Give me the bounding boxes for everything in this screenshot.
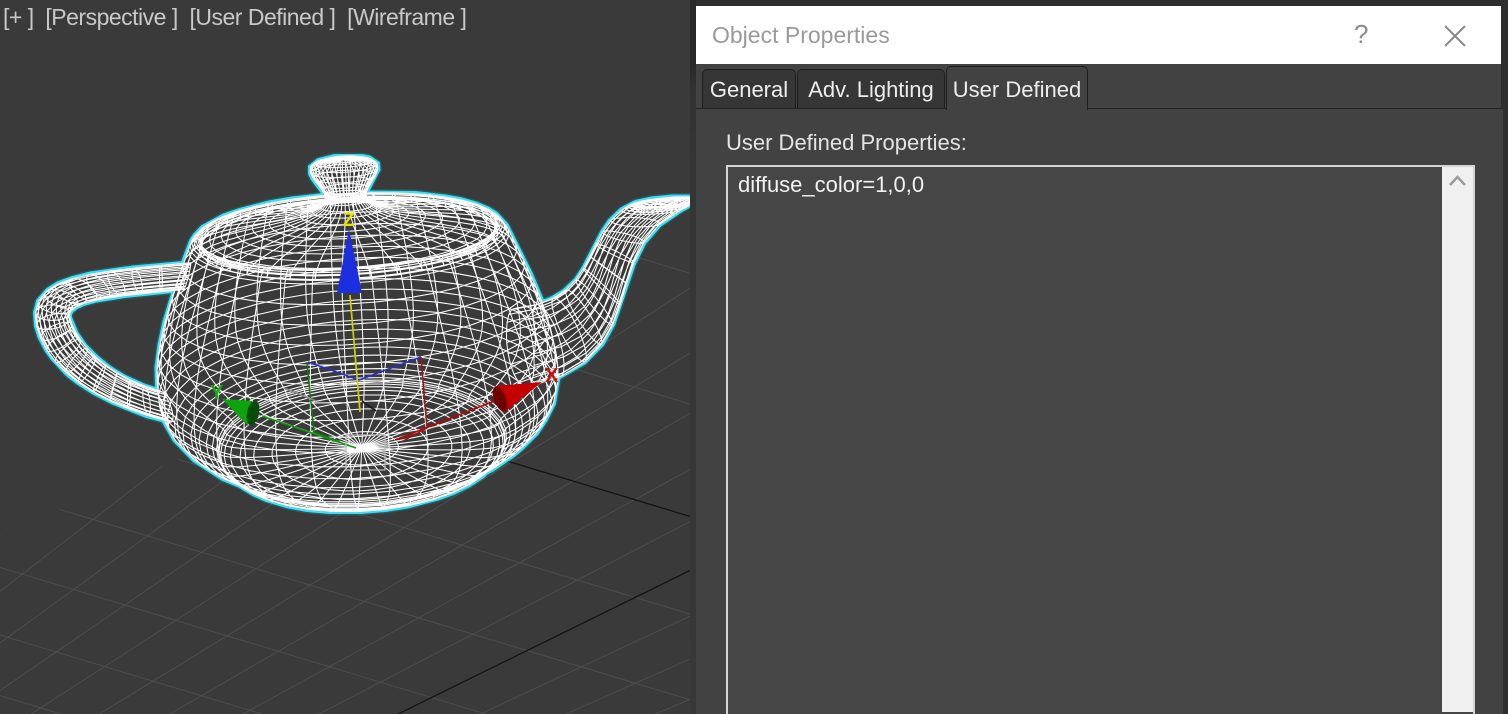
svg-text:Z: Z	[343, 210, 355, 231]
svg-text:Y: Y	[210, 382, 224, 404]
svg-text:X: X	[545, 365, 559, 387]
